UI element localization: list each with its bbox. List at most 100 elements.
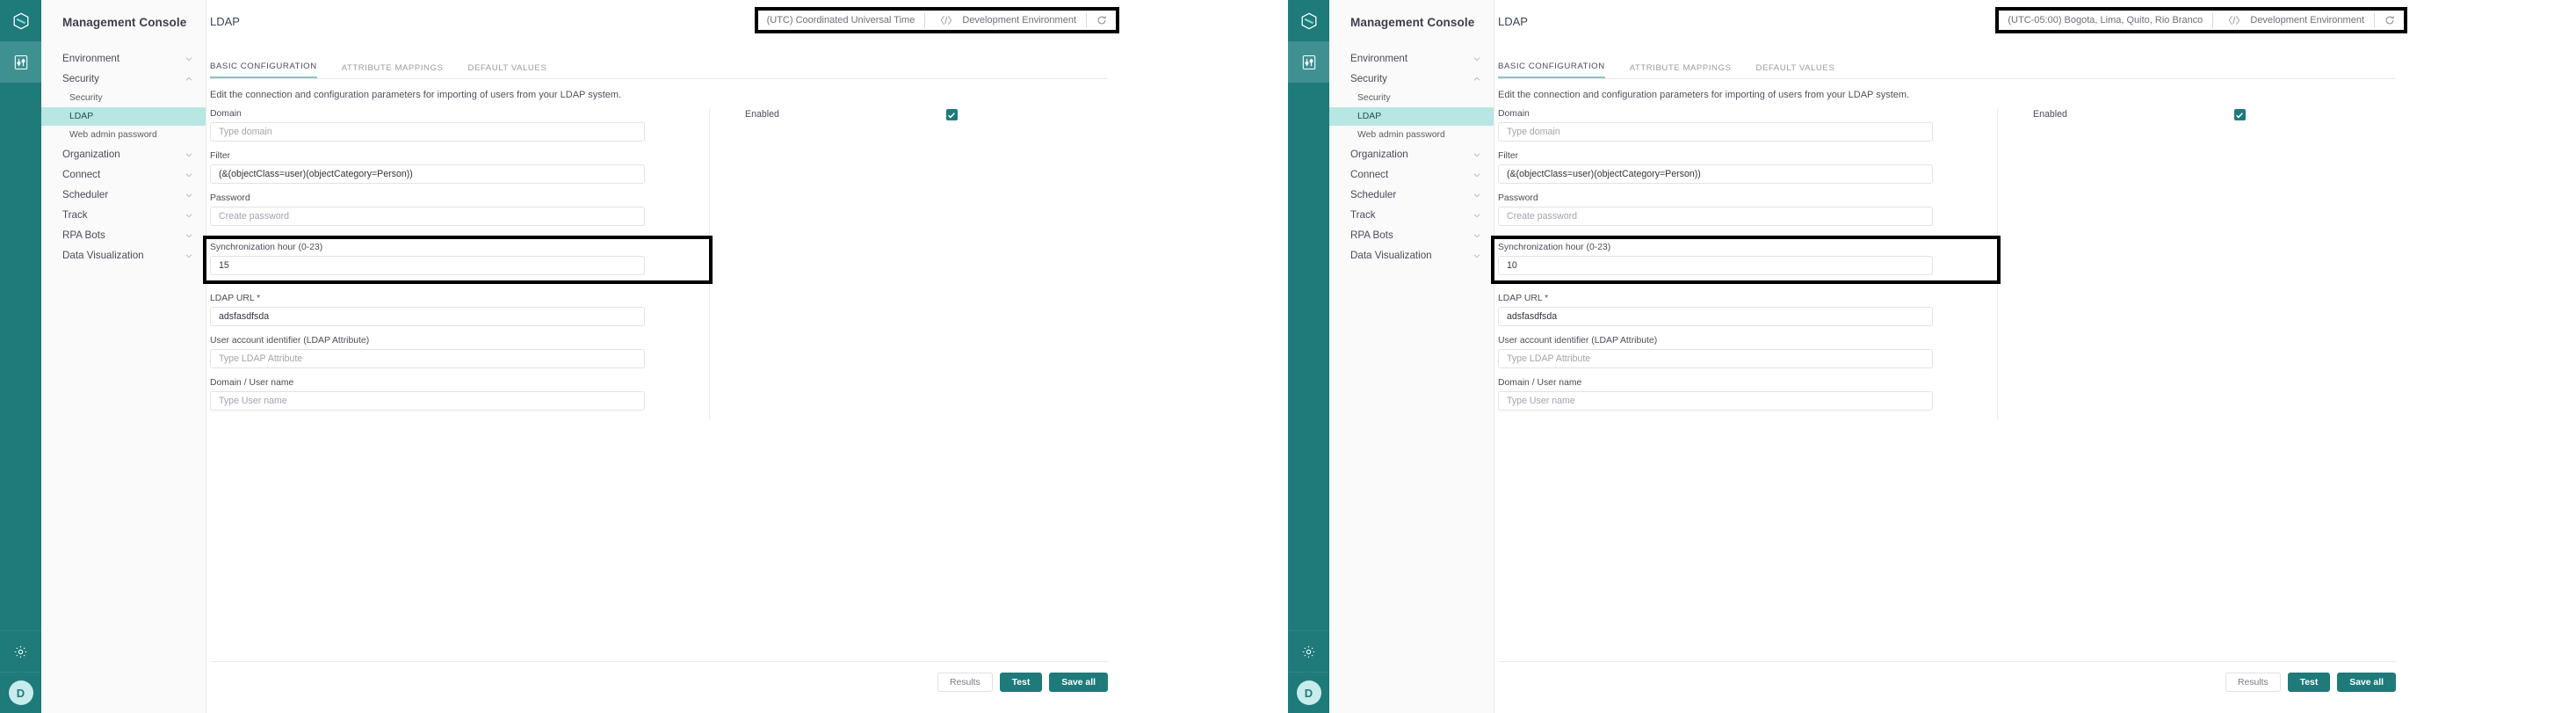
enabled-checkbox[interactable] bbox=[2233, 109, 2246, 120]
chevron-down-icon[interactable] bbox=[1473, 211, 1481, 220]
sidebar-item-label: Track bbox=[62, 209, 88, 221]
domain-user-name-input[interactable] bbox=[1498, 391, 1933, 411]
sidebar-subitem-ldap[interactable]: LDAP bbox=[1329, 107, 1494, 126]
timezone-value[interactable]: (UTC) Coordinated Universal Time bbox=[767, 15, 925, 25]
field-user-account-identifier-ldap-attribute: User account identifier (LDAP Attribute) bbox=[210, 336, 709, 368]
tab-basic-configuration[interactable]: BASIC CONFIGURATION bbox=[1498, 62, 1605, 78]
tab-default-values[interactable]: DEFAULT VALUES bbox=[467, 63, 546, 78]
environment-selector-bar[interactable]: (UTC-05:00) Bogota, Lima, Quito, Rio Bra… bbox=[1995, 7, 2407, 33]
field-domain-user-name: Domain / User name bbox=[1498, 378, 1997, 411]
save-all-button[interactable]: Save all bbox=[1049, 673, 1108, 692]
environment-value[interactable]: 〈/〉 Development Environment bbox=[2213, 13, 2374, 27]
sidebar-item-connect[interactable]: Connect bbox=[41, 164, 206, 185]
domain-input[interactable] bbox=[210, 122, 645, 142]
ldap-url-input[interactable] bbox=[210, 307, 645, 326]
gear-icon[interactable] bbox=[0, 630, 41, 672]
sidebar-item-organization[interactable]: Organization bbox=[41, 144, 206, 164]
tab-attribute-mappings[interactable]: ATTRIBUTE MAPPINGS bbox=[1630, 63, 1732, 78]
tab-default-values[interactable]: DEFAULT VALUES bbox=[1755, 63, 1834, 78]
sidebar-item-organization[interactable]: Organization bbox=[1329, 144, 1494, 164]
tab-attribute-mappings[interactable]: ATTRIBUTE MAPPINGS bbox=[342, 63, 444, 78]
domain-user-name-input[interactable] bbox=[210, 391, 645, 411]
chevron-down-icon[interactable] bbox=[185, 191, 193, 200]
sidebar-item-security[interactable]: Security bbox=[41, 69, 206, 89]
chevron-down-icon[interactable] bbox=[185, 150, 193, 159]
enabled-checkbox[interactable] bbox=[945, 109, 958, 120]
sidebar-subitem-label: Security bbox=[69, 93, 103, 103]
form-column-left: Domain Filter Password Synchronization h… bbox=[203, 109, 713, 420]
chevron-down-icon[interactable] bbox=[1473, 231, 1481, 240]
refresh-icon[interactable] bbox=[1087, 15, 1107, 25]
chevron-down-icon[interactable] bbox=[185, 55, 193, 63]
tab-bar: BASIC CONFIGURATION ATTRIBUTE MAPPINGS DEF… bbox=[1498, 60, 2396, 79]
sidebar-item-track[interactable]: Track bbox=[41, 205, 206, 225]
field-domain-user-name: Domain / User name bbox=[210, 378, 709, 411]
chevron-down-icon[interactable] bbox=[1473, 55, 1481, 63]
field-label: User account identifier (LDAP Attribute) bbox=[210, 336, 370, 346]
form-column-right: Enabled bbox=[709, 109, 1104, 420]
chevron-down-icon[interactable] bbox=[185, 231, 193, 240]
test-button[interactable]: Test bbox=[2287, 673, 2331, 692]
rail-item-sliders[interactable] bbox=[0, 41, 41, 83]
sidebar-item-track[interactable]: Track bbox=[1329, 205, 1494, 225]
sidebar-item-rpa-bots[interactable]: RPA Bots bbox=[41, 225, 206, 245]
field-label: Domain / User name bbox=[1498, 378, 1582, 388]
results-button[interactable]: Results bbox=[937, 673, 993, 692]
domain-input[interactable] bbox=[1498, 122, 1933, 142]
sidebar-item-scheduler[interactable]: Scheduler bbox=[1329, 185, 1494, 205]
sidebar-subitem-ldap[interactable]: LDAP bbox=[41, 107, 206, 126]
gear-icon[interactable] bbox=[1288, 630, 1329, 672]
sidebar-item-environment[interactable]: Environment bbox=[1329, 48, 1494, 69]
environment-selector-bar[interactable]: (UTC) Coordinated Universal Time 〈/〉 Dev… bbox=[754, 7, 1119, 33]
password-input[interactable] bbox=[1498, 207, 1933, 226]
synchronization-hour-0-23-input[interactable] bbox=[210, 256, 645, 275]
cube-logo-icon[interactable] bbox=[1288, 0, 1329, 41]
timezone-value[interactable]: (UTC-05:00) Bogota, Lima, Quito, Rio Bra… bbox=[2008, 15, 2212, 25]
sidebar-subitem-web-admin-password[interactable]: Web admin password bbox=[41, 126, 206, 144]
icon-rail: D bbox=[0, 0, 41, 713]
tab-basic-configuration[interactable]: BASIC CONFIGURATION bbox=[210, 62, 317, 78]
chevron-up-icon[interactable] bbox=[1473, 75, 1481, 84]
field-synchronization-hour-0-23: Synchronization hour (0-23) bbox=[1491, 236, 2001, 284]
avatar[interactable]: D bbox=[0, 672, 41, 713]
user-account-identifier-ldap-attribute-input[interactable] bbox=[1498, 349, 1933, 368]
chevron-down-icon[interactable] bbox=[1473, 191, 1481, 200]
sidebar-subitem-security[interactable]: Security bbox=[41, 89, 206, 107]
cube-logo-icon[interactable] bbox=[0, 0, 41, 41]
chevron-down-icon[interactable] bbox=[1473, 150, 1481, 159]
rail-item-sliders[interactable] bbox=[1288, 41, 1329, 83]
results-button[interactable]: Results bbox=[2225, 673, 2281, 692]
sidebar-subitem-web-admin-password[interactable]: Web admin password bbox=[1329, 126, 1494, 144]
chevron-down-icon[interactable] bbox=[185, 171, 193, 179]
sidebar-title: Management Console bbox=[62, 16, 187, 29]
sidebar-item-label: Data Visualization bbox=[62, 250, 144, 261]
sidebar-subitem-label: Web admin password bbox=[69, 130, 157, 140]
sidebar-item-scheduler[interactable]: Scheduler bbox=[41, 185, 206, 205]
synchronization-hour-0-23-input[interactable] bbox=[1498, 256, 1933, 275]
field-label: Password bbox=[1498, 193, 1538, 203]
filter-input[interactable] bbox=[1498, 164, 1933, 184]
chevron-down-icon[interactable] bbox=[185, 211, 193, 220]
chevron-down-icon[interactable] bbox=[1473, 251, 1481, 260]
environment-value[interactable]: 〈/〉 Development Environment bbox=[925, 13, 1086, 27]
chevron-up-icon[interactable] bbox=[185, 75, 193, 84]
sidebar-item-connect[interactable]: Connect bbox=[1329, 164, 1494, 185]
user-account-identifier-ldap-attribute-input[interactable] bbox=[210, 349, 645, 368]
sidebar-item-data-visualization[interactable]: Data Visualization bbox=[41, 245, 206, 266]
sidebar-item-security[interactable]: Security bbox=[1329, 69, 1494, 89]
chevron-down-icon[interactable] bbox=[1473, 171, 1481, 179]
ldap-url-input[interactable] bbox=[1498, 307, 1933, 326]
save-all-button[interactable]: Save all bbox=[2337, 673, 2396, 692]
sidebar-item-data-visualization[interactable]: Data Visualization bbox=[1329, 245, 1494, 266]
test-button[interactable]: Test bbox=[999, 673, 1043, 692]
refresh-icon[interactable] bbox=[2375, 15, 2395, 25]
chevron-down-icon[interactable] bbox=[185, 251, 193, 260]
sidebar-item-environment[interactable]: Environment bbox=[41, 48, 206, 69]
filter-input[interactable] bbox=[210, 164, 645, 184]
avatar-initial: D bbox=[8, 680, 33, 705]
sidebar-item-rpa-bots[interactable]: RPA Bots bbox=[1329, 225, 1494, 245]
sidebar-subitem-label: LDAP bbox=[1357, 112, 1382, 121]
password-input[interactable] bbox=[210, 207, 645, 226]
avatar[interactable]: D bbox=[1288, 672, 1329, 713]
sidebar-subitem-security[interactable]: Security bbox=[1329, 89, 1494, 107]
